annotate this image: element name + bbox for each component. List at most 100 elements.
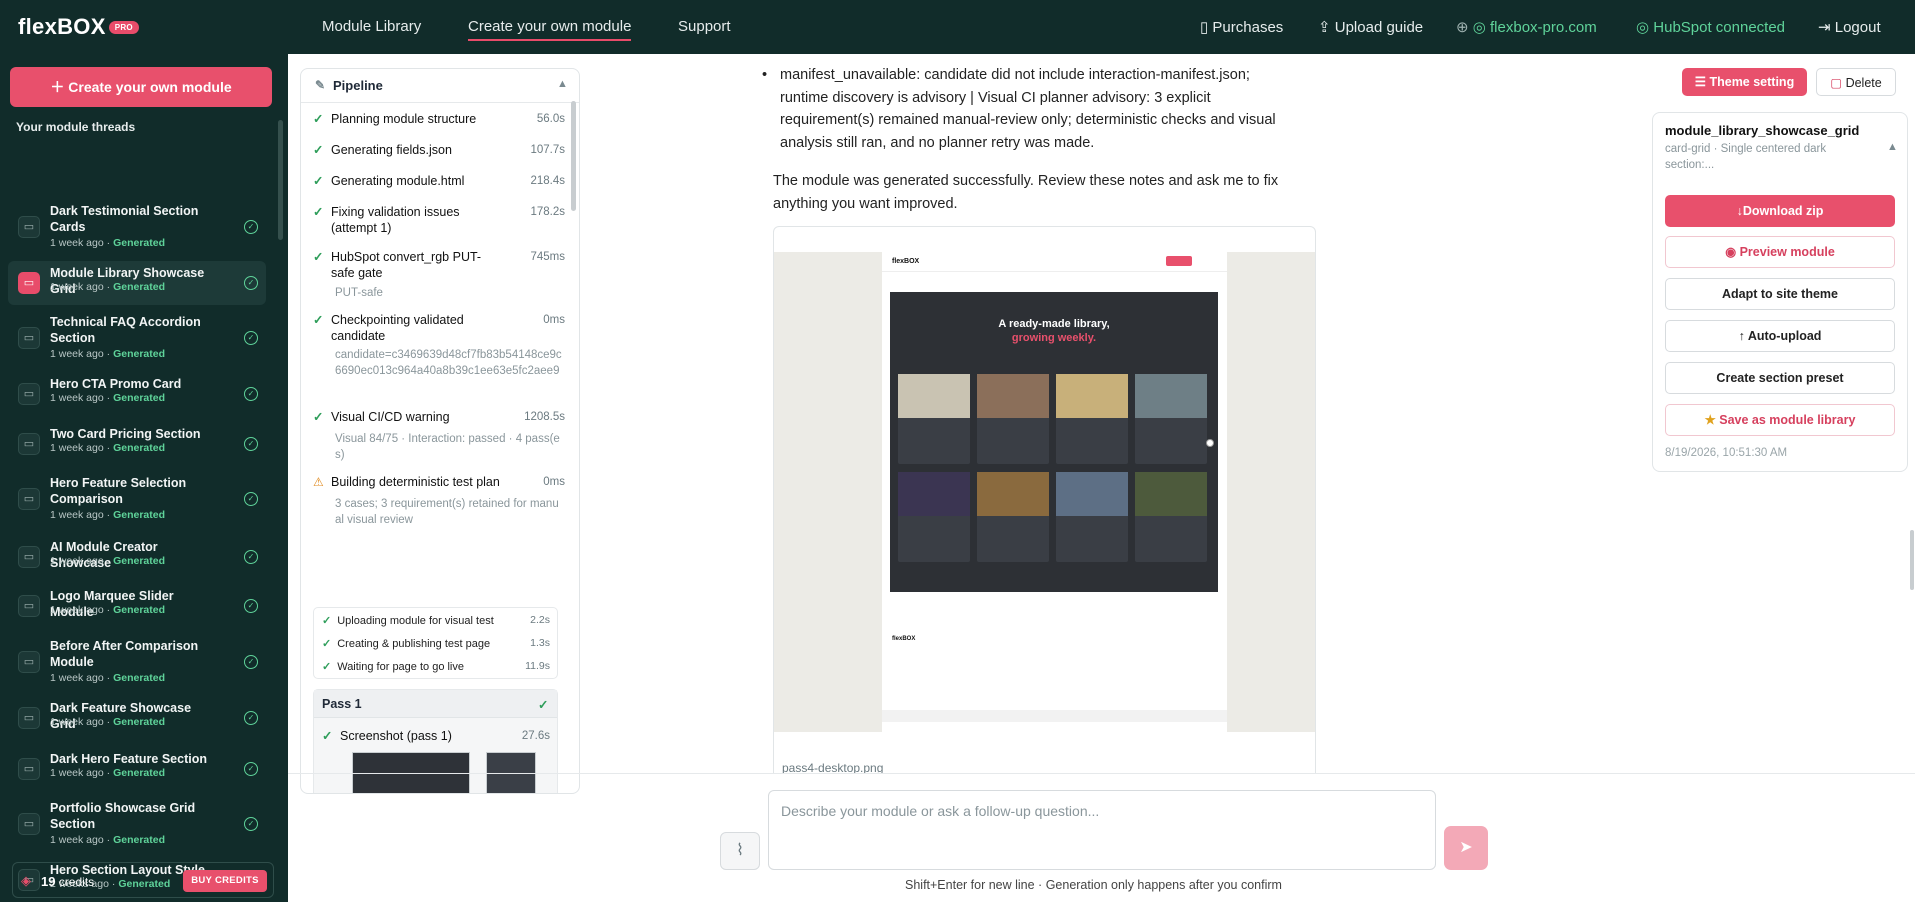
preview-card <box>898 472 970 562</box>
auto-upload-button[interactable]: ↑ Auto-upload <box>1665 320 1895 352</box>
thread-meta: 1 week ago · Generated <box>50 392 165 404</box>
collapse-icon[interactable]: ▲ <box>1887 141 1898 153</box>
substep-label: Creating & publishing test page <box>337 638 491 650</box>
sidebar-scrollbar[interactable] <box>278 120 283 240</box>
chat-area: • manifest_unavailable: candidate did not… <box>760 54 1340 774</box>
credits-box: ◈ 19 credits BUY CREDITS <box>12 862 274 898</box>
send-icon: ➤ <box>1459 839 1473 856</box>
card-image <box>977 472 1049 516</box>
thread-meta: 1 week ago · Generated <box>50 442 165 454</box>
preview-module-button[interactable]: ◉ Preview module <box>1665 236 1895 268</box>
card-image <box>898 472 970 516</box>
nav-upload-guide[interactable]: ⇪ Upload guide <box>1318 18 1423 36</box>
chat-icon: ▭ <box>18 707 40 729</box>
check-circle-icon: ✓ <box>244 387 258 401</box>
nav-module-library[interactable]: Module Library <box>322 18 421 35</box>
thread-item[interactable]: ▭ Portfolio Showcase Grid Section 1 week… <box>8 796 266 852</box>
nav-support[interactable]: Support <box>678 18 731 35</box>
brand-logo[interactable]: flexBOX PRO <box>18 14 139 40</box>
plus-icon: ＋ <box>50 79 69 95</box>
step-time: 1208.5s <box>524 411 565 423</box>
check-icon: ✓ <box>322 615 332 627</box>
thread-item[interactable]: ▭ Dark Testimonial Section Cards 1 week … <box>8 199 266 255</box>
nav-purchases[interactable]: ▯ Purchases <box>1200 18 1283 36</box>
step-detail: Visual 84/75 · Interaction: passed · 4 p… <box>335 433 560 461</box>
threads-title: Your module threads <box>16 120 136 134</box>
substep-time: 1.3s <box>530 637 550 649</box>
thread-item[interactable]: ▭ Hero CTA Promo Card 1 week ago · Gener… <box>8 372 266 416</box>
theme-setting-button[interactable]: ☰ Theme setting <box>1682 68 1807 96</box>
composer-hint: Shift+Enter for new line · Generation on… <box>905 878 1282 892</box>
save-library-button[interactable]: ★ Save as module library <box>1665 404 1895 436</box>
thread-title: Technical FAQ Accordion Section <box>50 315 201 345</box>
preview-card <box>1135 374 1207 464</box>
sliders-icon: ☰ <box>1694 75 1710 89</box>
hubspot-status: ◎ HubSpot connected <box>1636 19 1786 36</box>
chat-icon: ▭ <box>18 595 40 617</box>
slider-arrow-icon <box>1206 439 1214 447</box>
nav-site-link[interactable]: ⊕ ◎ flexbox-pro.com <box>1456 18 1597 36</box>
step-detail: candidate=c3469639d48cf7fb83b54148ce9c66… <box>335 349 562 377</box>
pass-header[interactable]: Pass 1 ✓ <box>314 690 557 718</box>
page-scrollbar[interactable] <box>1910 530 1914 590</box>
attach-button[interactable]: ⌇ <box>720 832 760 870</box>
wrench-icon: ✎ <box>315 78 326 92</box>
chat-icon: ▭ <box>18 327 40 349</box>
card-image <box>1056 472 1128 516</box>
message-input[interactable]: Describe your module or ask a follow-up … <box>768 790 1436 870</box>
logout-icon: ⇥ <box>1818 19 1835 36</box>
thread-item[interactable]: ▭ AI Module Creator Showcase 1 week ago … <box>8 535 266 579</box>
thread-title: Portfolio Showcase Grid Section <box>50 801 196 831</box>
warning-icon: ⚠ <box>313 475 324 489</box>
card-image <box>1135 472 1207 516</box>
delete-button[interactable]: ▢ Delete <box>1816 68 1896 96</box>
step-time: 218.4s <box>530 175 565 187</box>
thread-meta: 1 week ago · Generated <box>50 604 165 616</box>
step-time: 27.6s <box>521 730 550 742</box>
check-circle-icon: ✓ <box>244 655 258 669</box>
thread-title: Before After Comparison Module <box>50 639 199 669</box>
buy-credits-button[interactable]: BUY CREDITS <box>183 870 267 892</box>
download-zip-button[interactable]: ↓Download zip <box>1665 195 1895 227</box>
nav-create-module[interactable]: Create your own module <box>468 18 632 41</box>
check-circle-icon: ✓ <box>244 711 258 725</box>
thread-item[interactable]: ▭ Technical FAQ Accordion Section 1 week… <box>8 310 266 366</box>
thread-item[interactable]: ▭ Dark Hero Feature Section 1 week ago ·… <box>8 747 266 791</box>
thread-item[interactable]: ▭ Two Card Pricing Section 1 week ago · … <box>8 422 266 466</box>
screenshot-preview[interactable]: flexBOX A ready-made library, growing we… <box>773 226 1316 774</box>
thread-title: Two Card Pricing Section <box>50 427 201 441</box>
check-icon: ✓ <box>322 729 333 743</box>
thread-title: Hero Feature Selection Comparison <box>50 476 187 506</box>
receipt-icon: ▯ <box>1200 19 1213 36</box>
thread-item[interactable]: ▭ Module Library Showcase Grid 1 week ag… <box>8 261 266 305</box>
send-button[interactable]: ➤ <box>1444 826 1488 870</box>
thread-item[interactable]: ▭ Before After Comparison Module 1 week … <box>8 634 266 690</box>
preview-card <box>1135 472 1207 562</box>
input-placeholder: Describe your module or ask a follow-up … <box>781 803 1100 819</box>
pipeline-scrollbar[interactable] <box>571 101 576 211</box>
collapse-icon[interactable]: ▲ <box>557 78 568 90</box>
nav-logout[interactable]: ⇥ Logout <box>1818 18 1881 36</box>
coins-icon: ◈ <box>21 873 31 888</box>
thread-item[interactable]: ▭ Dark Feature Showcase Grid 1 week ago … <box>8 696 266 740</box>
card-image <box>1135 374 1207 418</box>
check-circle-icon: ✓ <box>244 762 258 776</box>
thread-item[interactable]: ▭ Logo Marquee Slider Module 1 week ago … <box>8 584 266 628</box>
trash-icon: ▢ <box>1830 76 1846 90</box>
note-bullet: • manifest_unavailable: candidate did not… <box>762 67 1276 151</box>
thread-meta: 1 week ago · Generated <box>50 672 165 684</box>
step-time: 178.2s <box>530 206 565 218</box>
step-detail: PUT-safe <box>335 287 383 299</box>
credits-count: 19 <box>41 874 56 889</box>
substep-label: Uploading module for visual test <box>337 615 494 627</box>
pipeline-header[interactable]: ✎ Pipeline ▲ <box>301 69 579 103</box>
thread-item[interactable]: ▭ Hero Feature Selection Comparison 1 we… <box>8 471 266 527</box>
create-preset-button[interactable]: Create section preset <box>1665 362 1895 394</box>
create-module-button[interactable]: ＋ Create your own module <box>10 67 272 107</box>
adapt-theme-button[interactable]: Adapt to site theme <box>1665 278 1895 310</box>
check-circle-icon: ✓ <box>244 331 258 345</box>
step-label: Building deterministic test plan <box>331 475 500 489</box>
check-circle-icon: ◎ <box>1472 19 1491 36</box>
chat-icon: ▭ <box>18 383 40 405</box>
step-label: Screenshot (pass 1) <box>340 729 452 743</box>
